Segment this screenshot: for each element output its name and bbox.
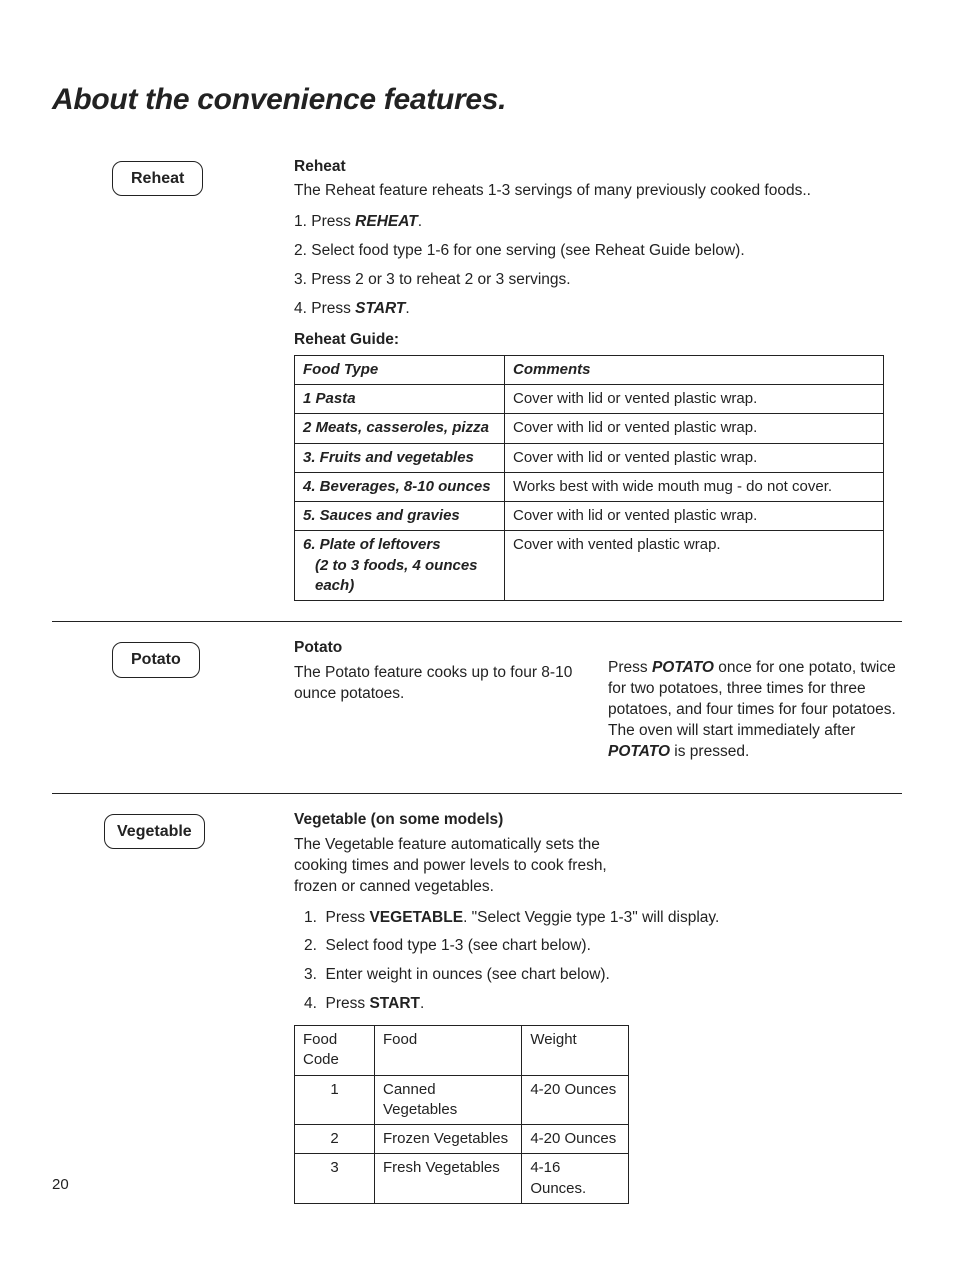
vegetable-intro: The Vegetable feature automatically sets…: [294, 835, 644, 898]
vegetable-table: Food Code Food Weight 1Canned Vegetables…: [294, 1025, 629, 1204]
table-row: 4. Beverages, 8-10 ouncesWorks best with…: [295, 472, 884, 501]
page-number: 20: [52, 1175, 69, 1195]
table-row: 3Fresh Vegetables4-16 Ounces.: [295, 1154, 629, 1204]
step-item: 3. Press 2 or 3 to reheat 2 or 3 serving…: [294, 270, 902, 291]
table-row: 2 Meats, casseroles, pizzaCover with lid…: [295, 414, 884, 443]
section-potato: Potato Potato The Potato feature cooks u…: [52, 622, 902, 794]
reheat-steps: 1. Press REHEAT. 2. Select food type 1-6 …: [294, 212, 902, 320]
section-vegetable: Vegetable Vegetable (on some models) The…: [52, 794, 902, 1224]
veg-th-code: Food Code: [295, 1026, 375, 1076]
table-row: 5. Sauces and graviesCover with lid or v…: [295, 502, 884, 531]
table-row: 6. Plate of leftovers(2 to 3 foods, 4 ou…: [295, 531, 884, 601]
pill-potato: Potato: [112, 642, 200, 678]
potato-col2: Press POTATO once for one potato, twice …: [608, 658, 902, 763]
page-title: About the convenience features.: [52, 80, 902, 121]
reheat-table: Food Type Comments 1 PastaCover with lid…: [294, 355, 884, 601]
reheat-heading: Reheat: [294, 157, 902, 178]
veg-th-food: Food: [375, 1026, 522, 1076]
pill-vegetable: Vegetable: [104, 814, 205, 850]
veg-th-weight: Weight: [522, 1026, 629, 1076]
reheat-th-foodtype: Food Type: [295, 355, 505, 384]
step-item: 2. Select food type 1-6 for one serving …: [294, 241, 902, 262]
step-item: 4. Press START.: [294, 299, 902, 320]
pill-reheat: Reheat: [112, 161, 203, 197]
step-item: 2. Select food type 1-3 (see chart below…: [304, 936, 902, 957]
reheat-guide-label: Reheat Guide:: [294, 330, 902, 351]
section-reheat: Reheat Reheat The Reheat feature reheats…: [52, 141, 902, 623]
reheat-th-comments: Comments: [505, 355, 884, 384]
table-row: 2Frozen Vegetables4-20 Ounces: [295, 1125, 629, 1154]
vegetable-heading: Vegetable (on some models): [294, 810, 902, 831]
step-item: 4. Press START.: [304, 994, 902, 1015]
step-item: 1. Press REHEAT.: [294, 212, 902, 233]
potato-heading: Potato: [294, 638, 588, 659]
reheat-intro: The Reheat feature reheats 1-3 servings …: [294, 181, 902, 202]
step-item: 1. Press VEGETABLE. "Select Veggie type …: [304, 908, 902, 929]
table-row: 1Canned Vegetables4-20 Ounces: [295, 1075, 629, 1125]
vegetable-steps: 1. Press VEGETABLE. "Select Veggie type …: [294, 908, 902, 1016]
potato-col1: The Potato feature cooks up to four 8-10…: [294, 663, 588, 705]
table-row: 3. Fruits and vegetablesCover with lid o…: [295, 443, 884, 472]
table-row: 1 PastaCover with lid or vented plastic …: [295, 385, 884, 414]
step-item: 3. Enter weight in ounces (see chart bel…: [304, 965, 902, 986]
